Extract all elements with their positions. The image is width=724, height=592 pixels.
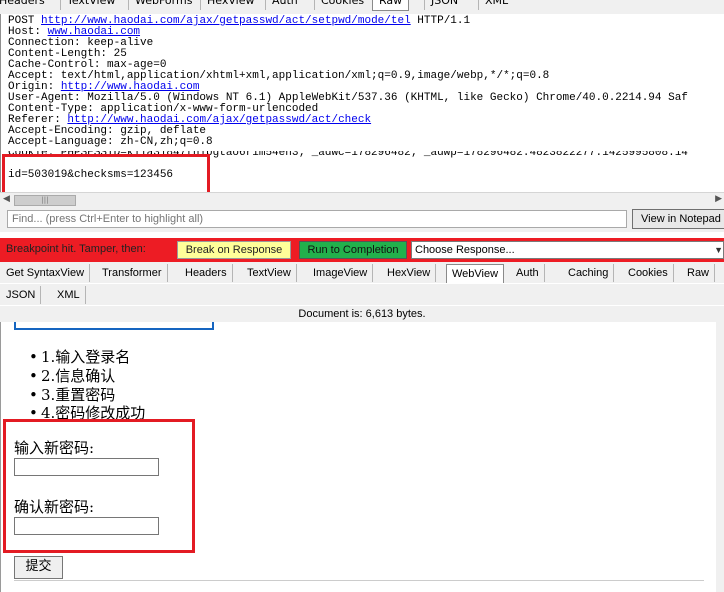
tab-xml[interactable]: XML xyxy=(478,0,514,10)
scroll-left-icon[interactable]: ◀ xyxy=(3,194,10,204)
response-inspector-tabs-row2: JSON XML xyxy=(0,284,724,305)
tab-get-syntaxview[interactable]: Get SyntaxView xyxy=(1,264,91,282)
tab-json[interactable]: JSON xyxy=(1,286,42,304)
tab-hexview[interactable]: HexView xyxy=(200,0,260,10)
tab-auth[interactable]: Auth xyxy=(511,264,545,282)
tab-caching[interactable]: Caching xyxy=(563,264,615,282)
chevron-down-icon[interactable]: ▼ xyxy=(714,242,723,258)
tab-webview[interactable]: WebView xyxy=(446,264,505,283)
tab-hexview[interactable]: HexView xyxy=(382,264,437,282)
submit-button[interactable]: 提交 xyxy=(14,556,63,579)
tab-json[interactable]: JSON xyxy=(424,0,464,10)
step-item: 1.输入登录名 xyxy=(29,348,130,366)
run-to-completion-button[interactable]: Run to Completion xyxy=(299,241,407,259)
divider xyxy=(14,580,704,581)
tab-textview[interactable]: TextView xyxy=(242,264,297,282)
choose-response-select[interactable]: Choose Response... ▼ xyxy=(411,241,724,259)
breakpoint-bar: Breakpoint hit. Tamper, then: Break on R… xyxy=(0,238,724,262)
step-item: 3.重置密码 xyxy=(29,386,115,404)
tab-xml[interactable]: XML xyxy=(52,286,86,304)
scroll-right-icon[interactable]: ▶ xyxy=(715,194,722,204)
tab-textview[interactable]: TextView xyxy=(60,0,121,10)
vertical-scrollbar[interactable] xyxy=(716,322,724,592)
horizontal-scrollbar[interactable]: ◀ ||| ▶ xyxy=(0,192,724,207)
accept-language-header: Accept-Language: zh-CN,zh;q=0.8 xyxy=(8,136,213,148)
tab-headers[interactable]: Headers xyxy=(0,0,51,10)
find-bar: View in Notepad xyxy=(0,206,724,232)
top-input-edge xyxy=(14,322,214,330)
step-item: 2.信息确认 xyxy=(29,367,115,385)
request-inspector-tabs: Headers TextView WebForms HexView Auth C… xyxy=(0,0,724,15)
tab-raw[interactable]: Raw xyxy=(372,0,410,11)
password-highlight-box xyxy=(3,419,195,553)
body-highlight-box xyxy=(2,154,210,192)
response-inspector-tabs: Get SyntaxView Transformer Headers TextV… xyxy=(0,262,724,283)
raw-request-text[interactable]: POST http://www.haodai.com/ajax/getpassw… xyxy=(0,14,724,192)
breakpoint-label: Breakpoint hit. Tamper, then: xyxy=(6,243,146,255)
scrollbar-thumb[interactable]: ||| xyxy=(14,195,76,206)
view-in-notepad-button[interactable]: View in Notepad xyxy=(632,209,724,229)
find-input[interactable] xyxy=(7,210,627,228)
webview-pane[interactable]: 1.输入登录名 2.信息确认 3.重置密码 4.密码修改成功 输入新密码: 确认… xyxy=(0,322,717,592)
break-on-response-button[interactable]: Break on Response xyxy=(177,241,291,259)
tab-cookies[interactable]: Cookies xyxy=(623,264,674,282)
tab-transformer[interactable]: Transformer xyxy=(97,264,168,282)
choose-response-value: Choose Response... xyxy=(415,244,515,256)
tab-auth[interactable]: Auth xyxy=(265,0,304,10)
tab-webforms[interactable]: WebForms xyxy=(128,0,198,10)
tab-imageview[interactable]: ImageView xyxy=(308,264,374,282)
tab-raw[interactable]: Raw xyxy=(682,264,716,282)
tab-cookies[interactable]: Cookies xyxy=(314,0,370,10)
tab-headers[interactable]: Headers xyxy=(180,264,233,282)
document-size-label: Document is: 6,613 bytes. xyxy=(0,306,724,322)
